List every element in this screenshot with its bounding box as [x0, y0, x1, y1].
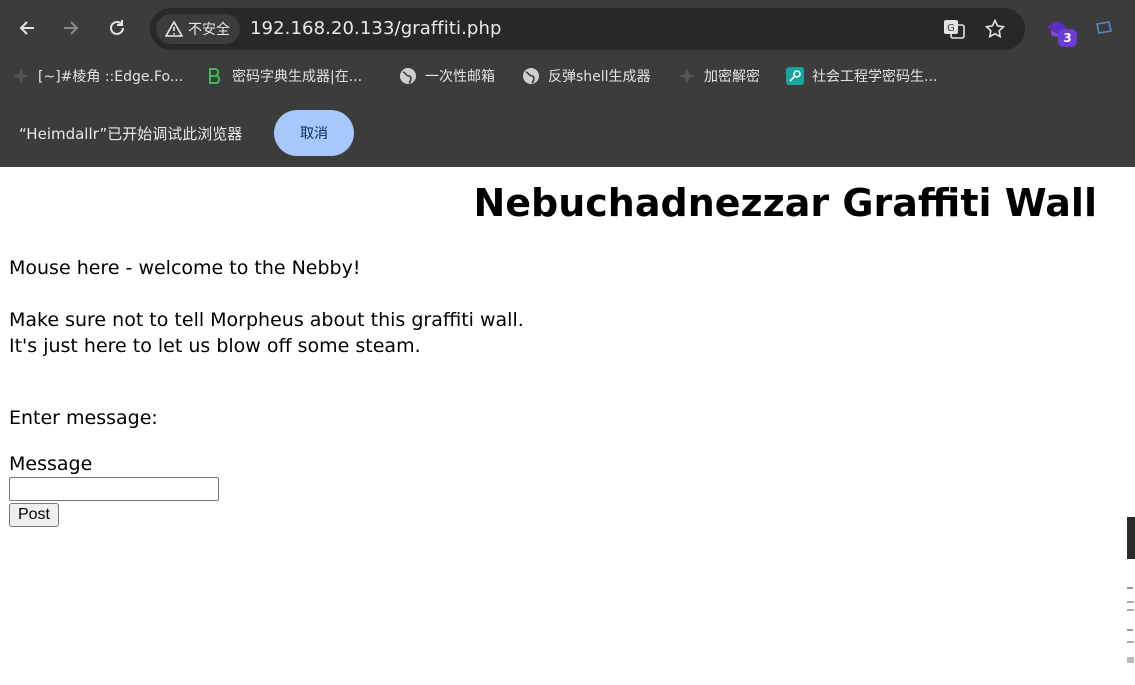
page-title: Nebuchadnezzar Graffiti Wall	[473, 181, 1097, 225]
bookmark-star-button[interactable]	[984, 18, 1006, 40]
cancel-button[interactable]: 取消	[274, 110, 354, 156]
forward-arrow-icon	[64, 21, 79, 35]
warning-line-1: Make sure not to tell Morpheus about thi…	[9, 309, 524, 331]
bookmarks-bar: [~]#棱角 ::Edge.Fo... 密码字典生成器|在... 一次性邮箱 反…	[0, 58, 1135, 94]
extension-button-2[interactable]	[1094, 20, 1114, 40]
bookmark-label: 一次性邮箱	[425, 69, 495, 85]
security-chip[interactable]: 不安全	[156, 14, 240, 44]
infobar-message: “Heimdallr”已开始调试此浏览器	[19, 125, 243, 143]
warning-line-2: It's just here to let us blow off some s…	[9, 335, 421, 357]
puzzle-icon	[1096, 21, 1112, 34]
globe-icon	[522, 67, 540, 85]
bookmark-item[interactable]: 社会工程学密码生...	[786, 66, 937, 86]
side-panel-thumbnail	[1126, 517, 1135, 667]
bookmark-label: 反弹shell生成器	[548, 69, 651, 85]
back-arrow-icon	[19, 21, 34, 35]
translate-button[interactable]: G	[943, 18, 965, 40]
bookmark-label: 加密解密	[704, 69, 760, 85]
ninja-star-icon	[678, 67, 696, 85]
welcome-text: Mouse here - welcome to the Nebby!	[9, 257, 361, 279]
bookmark-item[interactable]: 密码字典生成器|在...	[206, 66, 362, 86]
translate-icon: G	[944, 20, 965, 39]
bookmark-label: [~]#棱角 ::Edge.Fo...	[38, 69, 184, 85]
url-text[interactable]: 192.168.20.133/graffiti.php	[250, 18, 501, 39]
back-button[interactable]	[16, 17, 38, 39]
bookmark-item[interactable]: 加密解密	[678, 66, 760, 86]
dict-icon	[206, 67, 224, 85]
message-label: Message	[9, 453, 93, 475]
security-label: 不安全	[188, 22, 230, 38]
bookmark-label: 社会工程学密码生...	[812, 69, 938, 85]
bookmark-item[interactable]: [~]#棱角 ::Edge.Fo...	[12, 66, 183, 86]
post-button[interactable]: Post	[9, 503, 59, 527]
reload-button[interactable]	[106, 17, 128, 39]
ninja-star-icon	[12, 67, 30, 85]
bookmark-item[interactable]: 反弹shell生成器	[522, 66, 651, 86]
reload-icon	[110, 20, 124, 35]
svg-text:G: G	[947, 23, 955, 34]
browser-chrome: 不安全 192.168.20.133/graffiti.php G 3 [~]#…	[0, 0, 1135, 167]
forward-button[interactable]	[60, 17, 82, 39]
bookmark-label: 密码字典生成器|在...	[232, 69, 363, 85]
key-icon	[786, 67, 804, 85]
globe-icon	[399, 67, 417, 85]
bookmark-item[interactable]: 一次性邮箱	[399, 66, 495, 86]
debug-infobar: “Heimdallr”已开始调试此浏览器	[0, 94, 1135, 167]
address-bar[interactable]: 不安全 192.168.20.133/graffiti.php G	[150, 8, 1025, 50]
enter-message-label: Enter message:	[9, 407, 158, 429]
warning-icon	[165, 21, 183, 37]
star-icon	[985, 19, 1005, 39]
browser-toolbar: 不安全 192.168.20.133/graffiti.php G 3	[0, 0, 1135, 58]
extension-badge: 3	[1058, 29, 1077, 47]
message-input[interactable]	[9, 477, 219, 501]
page-content: Nebuchadnezzar Graffiti Wall Mouse here …	[0, 167, 1135, 685]
